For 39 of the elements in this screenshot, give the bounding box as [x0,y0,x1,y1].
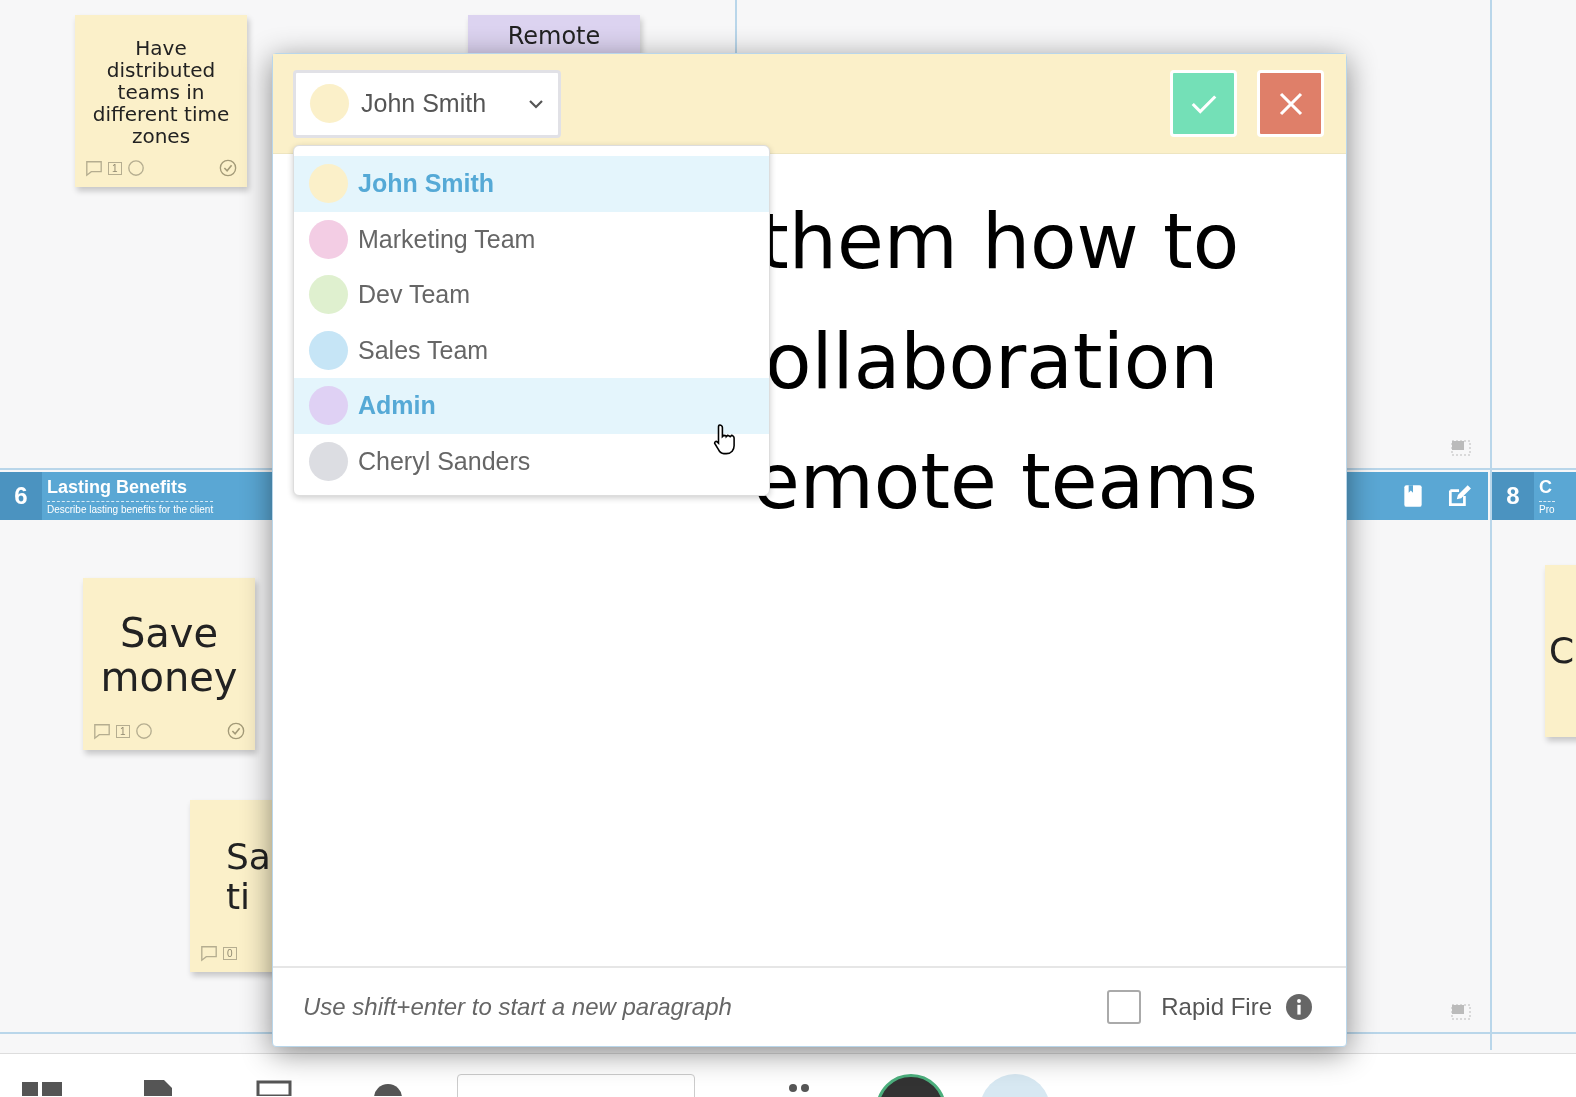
section-title: Lasting Benefits [47,477,189,498]
circle-icon[interactable] [126,159,145,177]
check-circle-icon[interactable] [219,159,237,177]
hint-text: Use shift+enter to start a new paragraph [303,993,732,1021]
comment-icon[interactable] [85,159,103,177]
close-button[interactable] [1257,70,1324,137]
note-text: Have distributed teams in different time zones [91,35,231,150]
info-icon[interactable] [1286,994,1312,1020]
section-description: Pro [1539,501,1555,515]
note-text: Sa ti [225,835,272,919]
owner-dropdown[interactable]: John Smith [293,69,561,138]
owner-option[interactable]: Marketing Team [294,211,769,267]
sticky-note[interactable]: Have distributed teams in different time zones 1 [75,15,247,187]
rapid-fire-label: Rapid Fire [1161,993,1272,1021]
section-number: 6 [0,472,42,520]
check-circle-icon[interactable] [227,722,245,740]
rapid-fire-checkbox[interactable] [1107,990,1142,1024]
vote-count: 0 [223,946,237,960]
sticky-note[interactable]: Remote [468,15,640,53]
resize-icon[interactable] [1451,440,1471,456]
sticky-note[interactable]: Save money 1 [83,578,255,750]
note-text: Remote [506,23,602,50]
circle-icon[interactable] [134,722,153,740]
section-description: Describe lasting benefits for the client [47,501,214,515]
comment-icon[interactable] [200,944,218,962]
edit-icon[interactable] [1446,483,1472,509]
vote-count: 1 [116,724,130,738]
note-text: Save money [99,609,239,702]
confirm-button[interactable] [1170,70,1237,137]
comment-icon[interactable] [93,722,111,740]
vote-count: 1 [108,161,122,175]
section-number: 8 [1492,472,1534,520]
note-text: C [1549,629,1576,674]
sticky-note[interactable]: C [1545,565,1576,737]
owner-option[interactable]: Cheryl Sanders [294,433,769,489]
section-title: C [1539,477,1553,498]
chevron-down-icon [528,98,544,109]
hand-cursor-icon [712,421,738,455]
resize-icon[interactable] [1451,1004,1471,1020]
